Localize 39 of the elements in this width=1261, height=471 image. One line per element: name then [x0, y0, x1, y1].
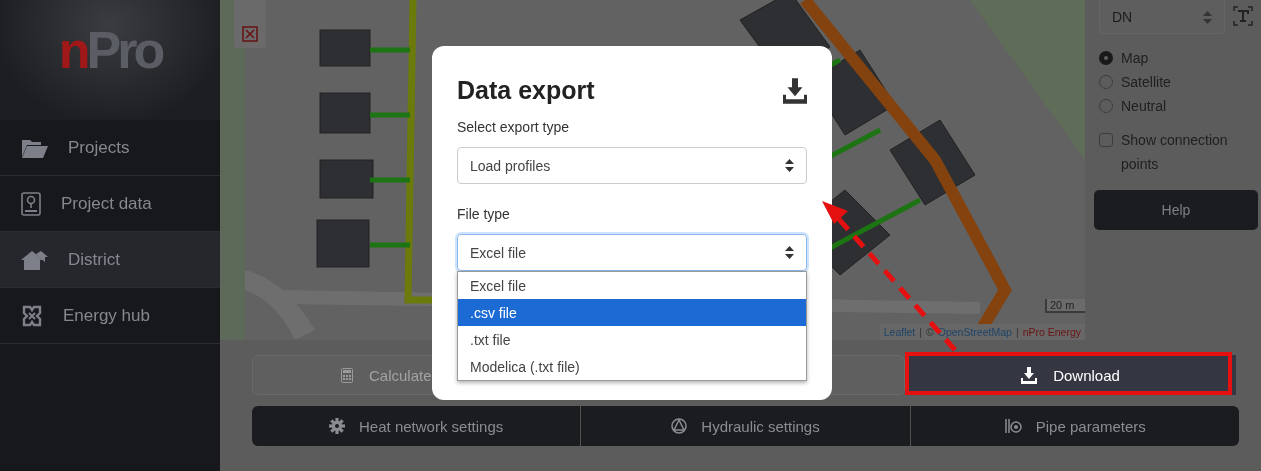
scale-bar: 20 m	[1045, 299, 1085, 313]
radio-button[interactable]	[1099, 51, 1113, 65]
circled-triangle-icon	[671, 418, 688, 434]
settings-tab[interactable]: Pipe parameters	[909, 406, 1239, 446]
label-select[interactable]: DN	[1099, 0, 1225, 34]
dropdown-option[interactable]: .csv file	[458, 299, 806, 326]
copyright-sign: ©	[926, 326, 934, 338]
pipe-gauge-icon	[1003, 418, 1022, 434]
select-arrows-icon	[785, 159, 794, 172]
radio-label: Map	[1121, 50, 1149, 66]
close-box-icon[interactable]	[242, 26, 258, 42]
puzzle-icon	[21, 304, 43, 327]
download-icon	[1021, 366, 1038, 384]
file-type-select[interactable]: Excel file	[457, 234, 807, 271]
settings-tab[interactable]: Heat network settings	[252, 406, 581, 446]
checkbox-label: Show connection points	[1121, 131, 1229, 174]
location-card-icon	[21, 191, 41, 216]
sidebar-item[interactable]: District	[0, 232, 220, 288]
download-icon[interactable]	[783, 77, 807, 104]
field-label: File type	[457, 206, 511, 222]
export-type-select[interactable]: Load profiles	[457, 147, 807, 184]
select-arrows-icon	[1203, 10, 1212, 24]
radio-label: Satellite	[1121, 74, 1171, 90]
dropdown-option[interactable]: .txt file	[458, 326, 806, 353]
house-icon	[21, 249, 48, 270]
text-size-icon[interactable]	[1233, 6, 1253, 26]
dialog-title: Data export	[457, 76, 595, 105]
calculator-icon	[341, 367, 353, 383]
radio-label: Neutral	[1121, 98, 1167, 114]
dropdown-option[interactable]: Modelica (.txt file)	[458, 353, 806, 380]
settings-tab[interactable]: Hydraulic settings	[580, 406, 910, 446]
field-label: Select export type	[457, 119, 571, 135]
checkbox[interactable]	[1099, 133, 1113, 147]
help-button[interactable]: Help	[1094, 190, 1258, 230]
select-arrows-icon	[785, 246, 794, 259]
gear-icon	[329, 418, 346, 434]
separator: |	[1015, 326, 1019, 338]
dropdown-option[interactable]: Excel file	[458, 272, 806, 299]
separator: |	[919, 326, 922, 338]
